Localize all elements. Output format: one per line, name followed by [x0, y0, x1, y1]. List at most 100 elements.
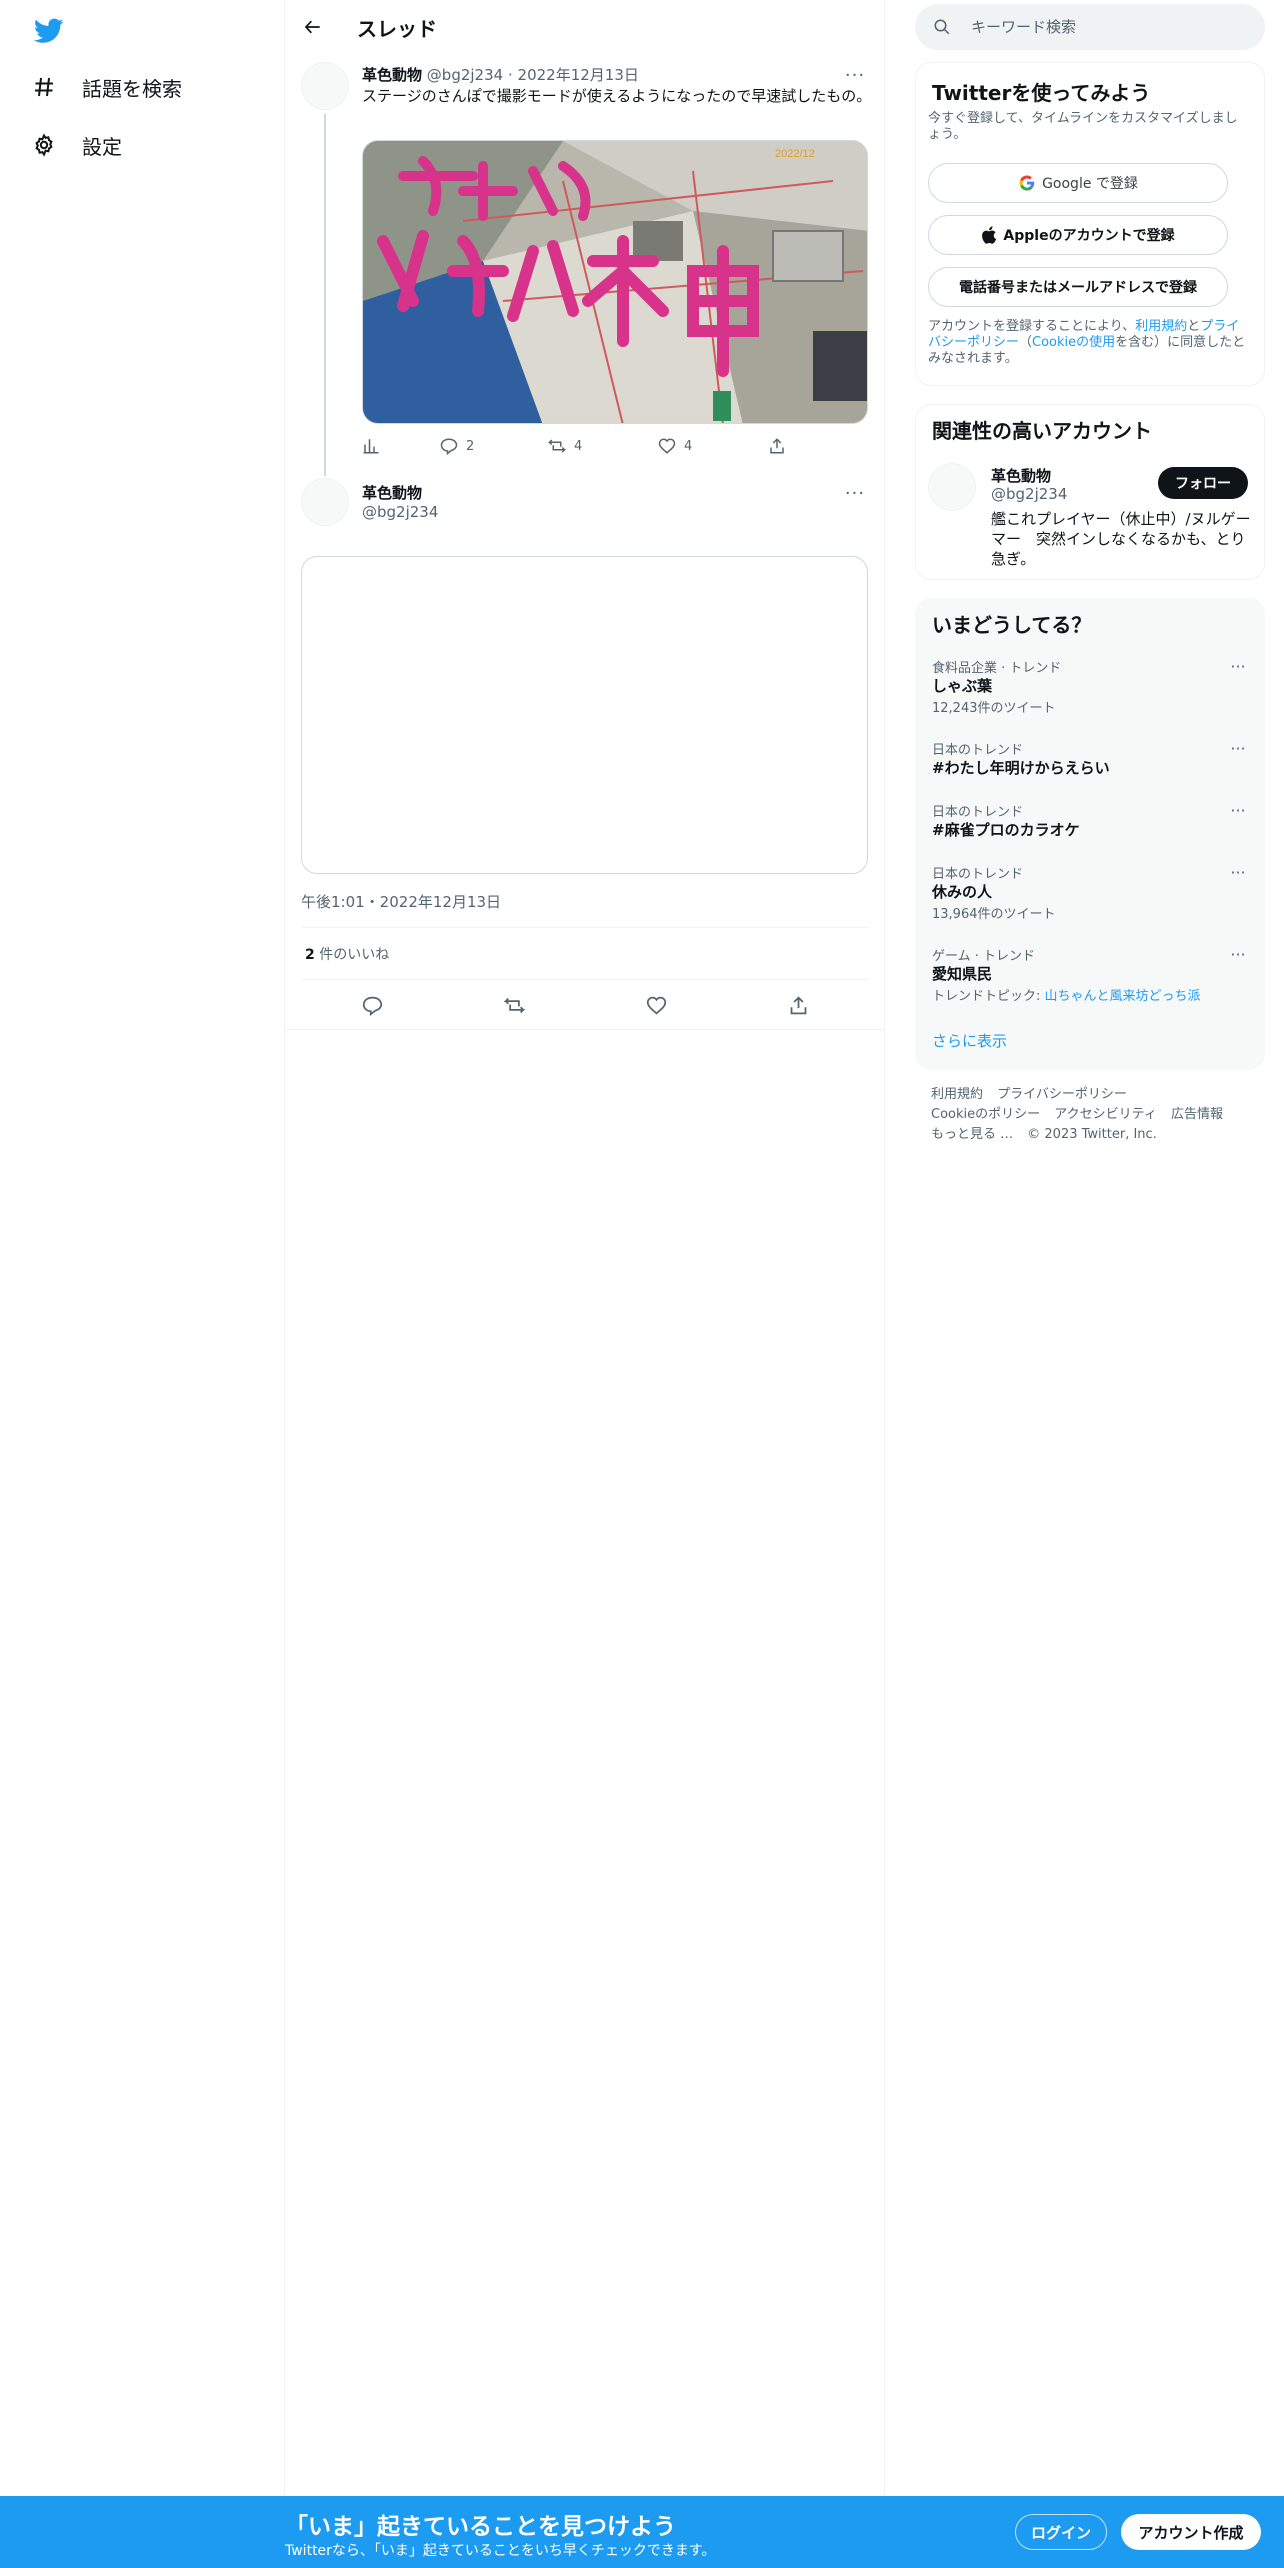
- trend-more-button[interactable]: ···: [1226, 863, 1250, 882]
- like-count: 4: [684, 438, 693, 454]
- tweet-date[interactable]: 2022年12月13日: [518, 66, 639, 84]
- detail-reply-button[interactable]: [357, 990, 387, 1020]
- trend-more-button[interactable]: ···: [1226, 739, 1250, 758]
- reply-button[interactable]: 2: [440, 434, 474, 458]
- tweet-author-name[interactable]: 革色動物: [362, 66, 422, 84]
- search-box[interactable]: [915, 4, 1265, 50]
- trend-item[interactable]: 日本のトレンド #麻雀プロのカラオケ ···: [916, 801, 1266, 841]
- analytics-icon: [363, 439, 379, 454]
- show-more-link[interactable]: さらに表示: [932, 1030, 1007, 1051]
- tweet-separator: ·: [507, 66, 513, 84]
- nav-item-settings[interactable]: 設定: [30, 120, 122, 170]
- divider: [301, 979, 869, 980]
- likes-summary[interactable]: 2 件のいいね: [305, 944, 389, 964]
- trend-category: 食料品企業 · トレンド: [932, 661, 1062, 676]
- legal-and: と: [1187, 319, 1201, 334]
- trend-category: 日本のトレンド: [932, 743, 1024, 758]
- related-account-handle[interactable]: @bg2j234: [991, 485, 1067, 503]
- footer-link-accessibility[interactable]: アクセシビリティ: [1054, 1107, 1157, 1122]
- trend-category: ゲーム · トレンド: [932, 949, 1036, 964]
- avatar[interactable]: [301, 62, 349, 110]
- footer-link-privacy[interactable]: プライバシーポリシー: [997, 1087, 1127, 1102]
- follow-button[interactable]: フォロー: [1158, 467, 1248, 499]
- tweet-timestamp[interactable]: 午後1:01・2022年12月13日: [301, 891, 501, 912]
- trend-topic-link[interactable]: 山ちゃんと風来坊どっち派: [1045, 989, 1201, 1004]
- retweet-icon: [548, 439, 566, 453]
- reply-count: 2: [466, 438, 475, 454]
- detail-like-button[interactable]: [641, 990, 671, 1020]
- trend-name: 愛知県民: [932, 965, 993, 983]
- trends-title: いまどうしてる？: [932, 613, 1092, 637]
- avatar[interactable]: [301, 478, 349, 526]
- detail-share-button[interactable]: [783, 990, 813, 1020]
- tweet-action-bar: 2 4 4: [362, 434, 792, 458]
- bottom-bar-title: 「いま」起きていることを見つけよう: [285, 2514, 676, 2540]
- search-input[interactable]: [971, 4, 1251, 50]
- thread-connector-line: [324, 114, 326, 476]
- trend-item[interactable]: 日本のトレンド 休みの人 13,964件のツイート ···: [916, 863, 1266, 923]
- trend-item[interactable]: 食料品企業 · トレンド しゃぶ葉 12,243件のツイート ···: [916, 657, 1266, 717]
- like-button[interactable]: 4: [658, 434, 692, 458]
- heart-icon: [646, 996, 666, 1015]
- twitter-logo-icon[interactable]: [30, 12, 68, 50]
- footer-link-ads[interactable]: 広告情報: [1171, 1107, 1223, 1122]
- retweet-button[interactable]: 4: [548, 434, 582, 458]
- nav-item-explore[interactable]: 話題を検索: [30, 62, 182, 112]
- game-screenshot-image: 2022/12: [363, 141, 867, 423]
- reply-icon: [440, 438, 458, 455]
- apple-icon: [982, 226, 997, 244]
- heart-icon: [658, 438, 676, 454]
- trends-panel: いまどうしてる？ 食料品企業 · トレンド しゃぶ葉 12,243件のツイート …: [915, 598, 1265, 1070]
- signup-title: Twitterを使ってみよう: [932, 81, 1151, 105]
- terms-link[interactable]: 利用規約: [1135, 319, 1187, 334]
- reply-icon: [362, 996, 382, 1016]
- reply-author-handle[interactable]: @bg2j234: [362, 503, 438, 521]
- tweet-header: 革色動物 @bg2j234 · 2022年12月13日: [362, 64, 639, 85]
- bottom-bar-subtitle: Twitterなら、「いま」起きていることをいち早くチェックできます。: [285, 2543, 716, 2559]
- login-button[interactable]: ログイン: [1015, 2514, 1107, 2550]
- trend-count: 12,243件のツイート: [932, 701, 1056, 716]
- trend-topic-label: トレンドトピック:: [932, 989, 1045, 1004]
- sidebar-footer: 利用規約 プライバシーポリシー Cookieのポリシー アクセシビリティ 広告情…: [931, 1085, 1261, 1145]
- share-button[interactable]: [768, 434, 786, 458]
- views-button[interactable]: [362, 434, 380, 458]
- back-button[interactable]: [295, 9, 331, 45]
- footer-link-more[interactable]: もっと見る …: [931, 1127, 1013, 1142]
- reply-author-name[interactable]: 革色動物: [362, 482, 422, 503]
- arrow-left-icon: [304, 20, 320, 34]
- footer-link-terms[interactable]: 利用規約: [931, 1087, 983, 1102]
- apple-signup-button[interactable]: Appleのアカウントで登録: [928, 215, 1228, 255]
- bottom-signup-bar: 「いま」起きていることを見つけよう Twitterなら、「いま」起きていることを…: [0, 2496, 1284, 2568]
- divider: [301, 927, 869, 928]
- tweet-media-image[interactable]: 2022/12: [362, 140, 868, 424]
- trend-item[interactable]: 日本のトレンド #わたし年明けからえらい ···: [916, 739, 1266, 779]
- trend-topic: トレンドトピック: 山ちゃんと風来坊どっち派: [932, 985, 1201, 1004]
- trend-more-button[interactable]: ···: [1226, 945, 1250, 964]
- trend-name: 休みの人: [932, 883, 993, 901]
- footer-link-cookie[interactable]: Cookieのポリシー: [931, 1107, 1040, 1122]
- phone-email-signup-button[interactable]: 電話番号またはメールアドレスで登録: [928, 267, 1228, 307]
- reply-more-button[interactable]: ···: [840, 482, 870, 504]
- retweet-icon: [503, 997, 525, 1013]
- trend-more-button[interactable]: ···: [1226, 801, 1250, 820]
- likes-label: 件のいいね: [314, 947, 390, 963]
- embedded-media-card[interactable]: [301, 556, 868, 874]
- trend-item[interactable]: ゲーム · トレンド 愛知県民 トレンドトピック: 山ちゃんと風来坊どっち派 ·…: [916, 945, 1266, 1005]
- detail-action-bar: [301, 990, 869, 1020]
- trend-category: 日本のトレンド: [932, 805, 1024, 820]
- trend-more-button[interactable]: ···: [1226, 657, 1250, 676]
- detail-retweet-button[interactable]: [499, 990, 529, 1020]
- signup-legal-text: アカウントを登録することにより、利用規約とプライバシーポリシー（Cookieの使…: [928, 319, 1250, 367]
- signup-subtitle: 今すぐ登録して、タイムラインをカスタマイズしましょう。: [928, 111, 1238, 142]
- avatar[interactable]: [928, 463, 976, 511]
- cookie-link[interactable]: Cookieの使用: [1032, 335, 1115, 350]
- create-account-button[interactable]: アカウント作成: [1121, 2514, 1261, 2550]
- retweet-count: 4: [574, 438, 583, 454]
- related-title: 関連性の高いアカウント: [932, 419, 1152, 443]
- google-signup-button[interactable]: Google で登録: [928, 163, 1228, 203]
- tweet-author-handle[interactable]: @bg2j234: [427, 66, 503, 84]
- tweet-more-button[interactable]: ···: [840, 64, 870, 86]
- google-signup-label: Google で登録: [1042, 176, 1138, 192]
- related-account-name[interactable]: 革色動物: [991, 465, 1051, 486]
- hashtag-icon: [30, 73, 58, 101]
